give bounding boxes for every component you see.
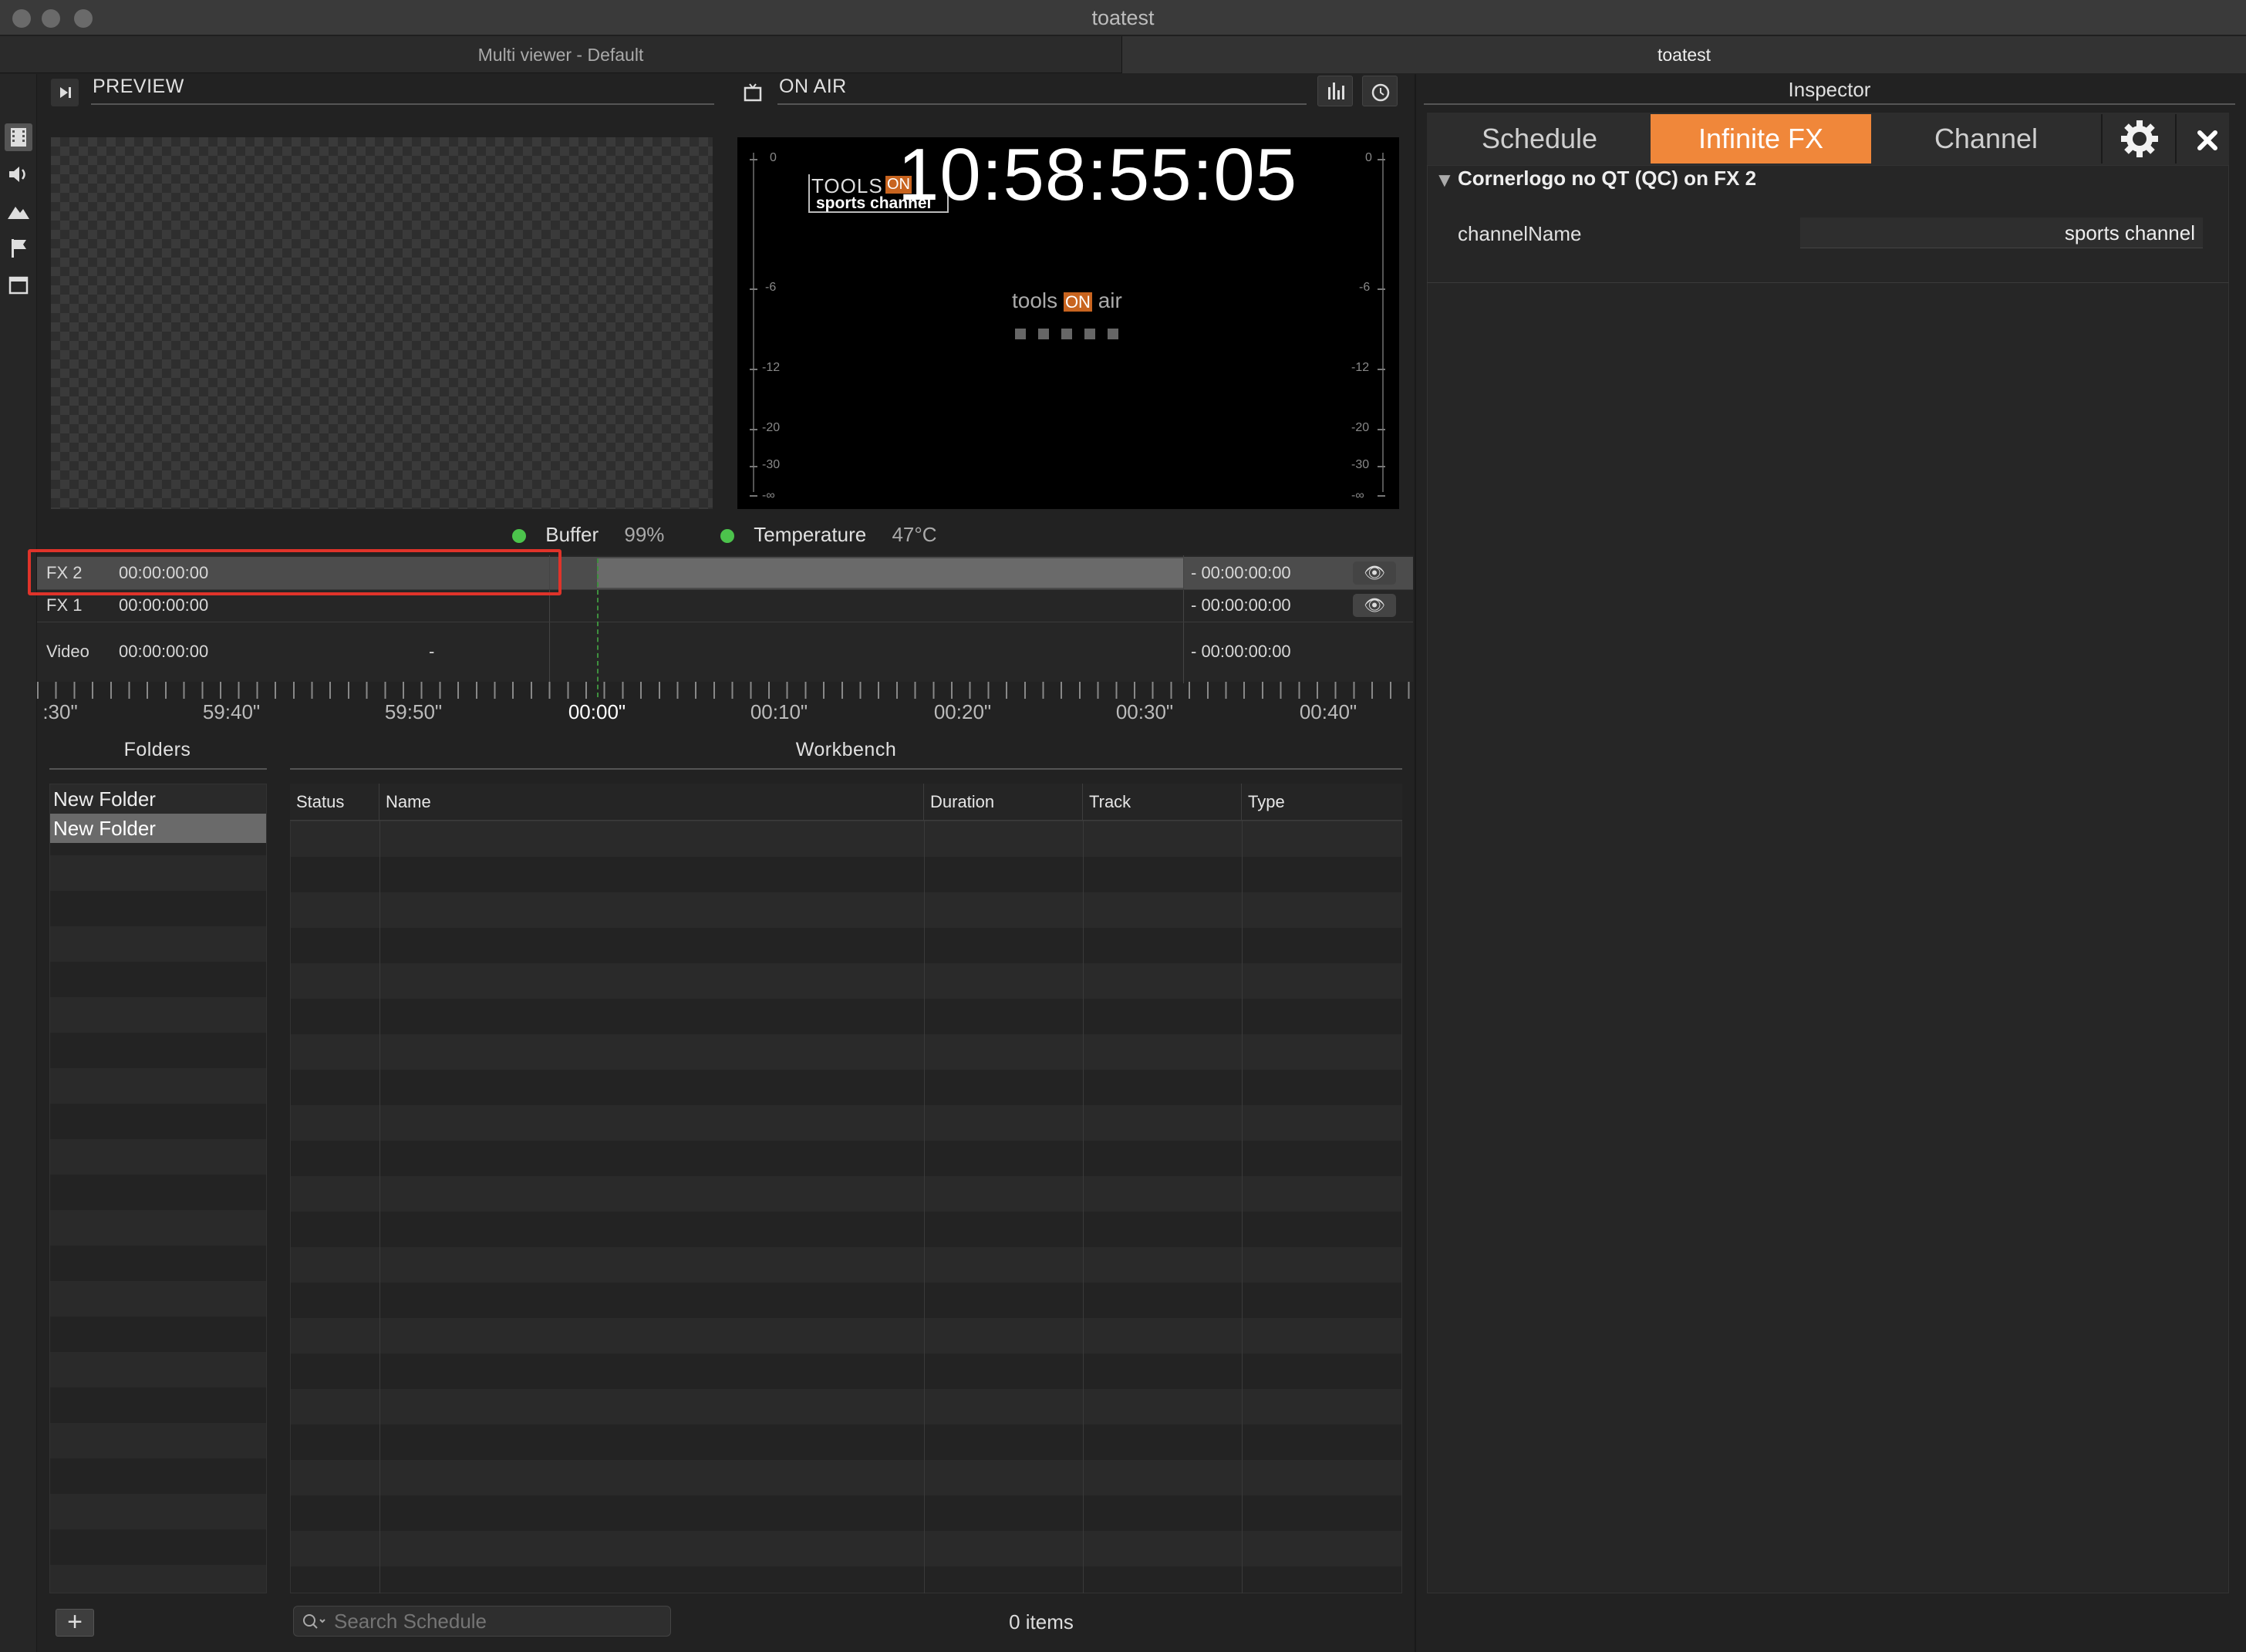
item-count: 0 items	[1009, 1610, 1074, 1633]
buffer-status-dot	[512, 529, 526, 544]
column-header-name[interactable]: Name	[379, 784, 924, 821]
timeline-ruler[interactable]	[37, 682, 1413, 699]
selection-highlight	[28, 549, 562, 595]
channelname-label: channelName	[1458, 222, 1582, 245]
mountain-icon[interactable]	[5, 197, 32, 225]
right-audio-meter	[1382, 153, 1384, 492]
window-titlebar: toatest	[0, 0, 2246, 35]
left-audio-meter	[753, 153, 754, 492]
workbench-table[interactable]	[290, 821, 1402, 1593]
meter-label: 0	[1365, 151, 1372, 164]
center-logo: tools ON air	[1012, 288, 1122, 312]
track-fx2-clip-region[interactable]	[597, 558, 1183, 588]
preview-label: PREVIEW	[93, 76, 184, 97]
ruler-label: 00:10"	[750, 700, 808, 723]
meter-label: 0	[770, 151, 777, 164]
ruler-label: 00:40"	[1299, 700, 1357, 723]
meter-label: -12	[762, 361, 781, 374]
preview-header-divider	[91, 103, 714, 105]
playhead[interactable]	[597, 558, 599, 697]
inspector-section-title: Cornerlogo no QT (QC) on FX 2	[1458, 167, 1757, 190]
temperature-status-dot	[720, 529, 734, 544]
preview-monitor	[51, 137, 713, 509]
search-schedule[interactable]	[293, 1606, 671, 1637]
ruler-label: 00:20"	[933, 700, 992, 723]
onair-label: ON AIR	[779, 76, 847, 97]
search-input[interactable]	[334, 1608, 666, 1634]
temperature-status: Temperature 47°C	[720, 523, 937, 547]
eye-icon[interactable]: 👁	[1353, 561, 1396, 585]
left-toolbar	[0, 74, 37, 1652]
column-header-duration[interactable]: Duration	[924, 784, 1083, 821]
track-divider	[1183, 555, 1184, 683]
tab-multi-viewer[interactable]: Multi viewer - Default	[0, 36, 1121, 73]
close-icon[interactable]	[2189, 122, 2226, 159]
add-folder-button[interactable]: +	[56, 1609, 94, 1637]
center-logo-decoration	[1015, 329, 1123, 339]
column-header-type[interactable]: Type	[1242, 784, 1402, 821]
tab-schedule[interactable]: Schedule	[1430, 114, 1649, 164]
meter-label: -∞	[762, 489, 775, 502]
folders-title: Folders	[123, 739, 191, 760]
meter-label: -30	[762, 458, 781, 471]
ruler-label: :30"	[42, 700, 78, 723]
inspector-panel	[1427, 165, 2229, 1593]
meter-label: -20	[1351, 421, 1370, 434]
meter-label: -6	[765, 281, 777, 294]
onair-timecode: 10:58:55:05	[898, 137, 1298, 216]
column-header-track[interactable]: Track	[1083, 784, 1242, 821]
onair-monitor: 0 -6 -12 -20 -30 -∞ 0 -6 -12 -20 -30 -∞ …	[737, 137, 1399, 509]
folders-list: New Folder New Folder	[49, 784, 267, 1593]
step-forward-icon	[60, 87, 71, 98]
workbench-title: Workbench	[795, 739, 897, 760]
bar-chart-icon	[1328, 83, 1344, 99]
inspector-title: Inspector	[1788, 78, 1871, 101]
ruler-label: 59:40"	[202, 700, 261, 723]
tab-channel[interactable]: Channel	[1874, 114, 2098, 164]
eye-icon[interactable]: 👁	[1353, 594, 1396, 617]
window-tabbar: Multi viewer - Default toatest	[0, 36, 2246, 73]
ruler-label: 59:50"	[384, 700, 443, 723]
channelname-field[interactable]: sports channel	[1800, 217, 2203, 248]
search-icon	[303, 1614, 325, 1629]
meter-label: -20	[762, 421, 781, 434]
tv-icon[interactable]	[739, 79, 767, 106]
window-icon[interactable]	[5, 271, 32, 299]
onair-header-divider	[777, 103, 1307, 105]
folder-item-selected[interactable]: New Folder	[50, 814, 266, 843]
meter-label: -12	[1351, 361, 1370, 374]
ruler-label: 00:30"	[1115, 700, 1174, 723]
ruler-label: 00:00"	[568, 700, 626, 723]
meter-label: -30	[1351, 458, 1370, 471]
step-forward-button[interactable]	[51, 79, 79, 106]
buffer-status: Buffer 99%	[512, 523, 664, 547]
meter-label: -6	[1359, 281, 1371, 294]
column-header-status[interactable]: Status	[290, 784, 379, 821]
flag-icon[interactable]	[5, 234, 32, 262]
gear-icon[interactable]	[2116, 116, 2163, 162]
disclosure-triangle-icon[interactable]: ▼	[1435, 168, 1455, 192]
tab-infinite-fx[interactable]: Infinite FX	[1651, 114, 1871, 164]
film-icon[interactable]	[5, 123, 32, 151]
meter-label: -∞	[1351, 489, 1364, 502]
alarm-clock-icon	[1371, 83, 1390, 102]
audio-meter-button[interactable]	[1317, 76, 1353, 106]
tab-toatest[interactable]: toatest	[1121, 36, 2246, 73]
alarm-button[interactable]	[1362, 76, 1398, 106]
window-title: toatest	[1091, 6, 1155, 29]
speaker-icon[interactable]	[5, 160, 32, 188]
folder-item[interactable]: New Folder	[50, 784, 266, 814]
